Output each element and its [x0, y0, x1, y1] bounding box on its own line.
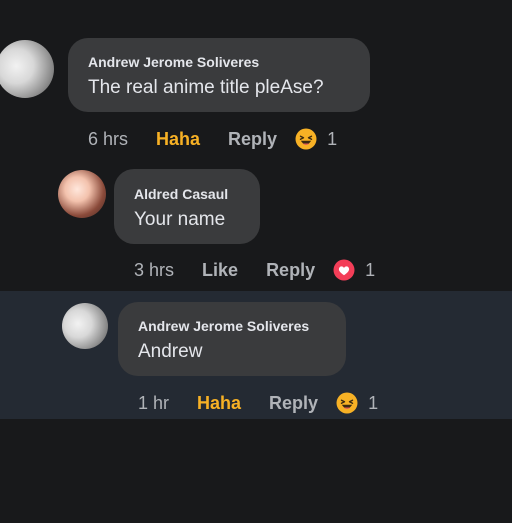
avatar[interactable]	[62, 303, 108, 349]
haha-emoji-icon[interactable]	[336, 392, 358, 414]
haha-reaction-button[interactable]: Haha	[197, 393, 241, 414]
comment-3: Andrew Jerome Soliveres Andrew 1 hr Haha…	[0, 0, 512, 430]
comment-actions: 1 hr Haha Reply 1	[138, 388, 378, 418]
reaction-count: 1	[368, 392, 379, 413]
comment-bubble: Andrew Jerome Soliveres Andrew	[118, 302, 346, 376]
comment-text: Andrew	[138, 341, 203, 362]
comment-thread: Andrew Jerome Soliveres The real anime t…	[0, 0, 512, 523]
comment-timestamp[interactable]: 1 hr	[138, 393, 169, 414]
comment-author[interactable]: Andrew Jerome Soliveres	[138, 318, 309, 334]
reply-button[interactable]: Reply	[269, 393, 318, 414]
